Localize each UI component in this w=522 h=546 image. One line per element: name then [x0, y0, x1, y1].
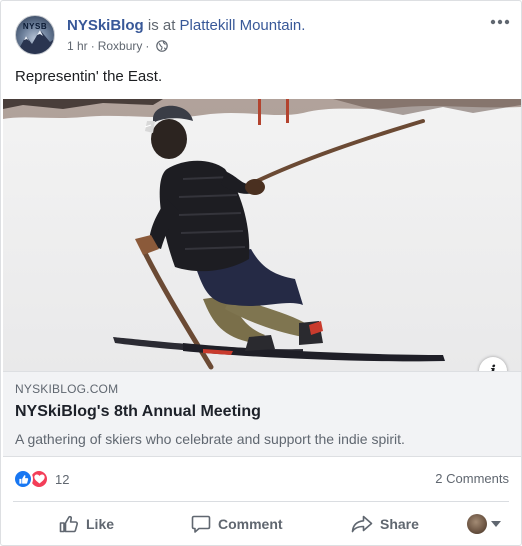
link-preview-card[interactable]: i NYSKIBLOG.COM NYSkiBlog's 8th Annual M…	[3, 99, 521, 457]
page-name-link[interactable]: NYSkiBlog	[67, 17, 144, 34]
link-preview-image[interactable]	[3, 99, 521, 371]
post-action-bar: Like Comment Share	[1, 505, 522, 543]
post-header: NYSB NYSkiBlog is at Plattekill Mountain…	[1, 1, 522, 65]
like-reaction-icon	[13, 469, 33, 489]
reaction-count: 12	[55, 471, 70, 487]
reaction-audience-selector[interactable]	[467, 514, 501, 534]
post-timestamp[interactable]: 1 hr	[67, 39, 88, 53]
title-connector: is at	[143, 17, 180, 34]
link-preview-text[interactable]: NYSKIBLOG.COM NYSkiBlog's 8th Annual Mee…	[3, 371, 521, 457]
comment-bubble-icon	[191, 515, 211, 534]
user-avatar	[467, 514, 487, 534]
comment-label: Comment	[218, 516, 283, 532]
more-options-icon[interactable]	[489, 11, 511, 33]
actions-divider	[13, 501, 509, 502]
share-button[interactable]: Share	[351, 505, 419, 543]
reactions-summary[interactable]: 12	[13, 467, 69, 491]
meta-separator: ·	[145, 39, 150, 53]
mountain-icon	[16, 30, 54, 54]
meta-separator: ·	[90, 39, 95, 53]
post-title: NYSkiBlog is at Plattekill Mountain.	[67, 16, 305, 36]
feed-post: NYSB NYSkiBlog is at Plattekill Mountain…	[0, 0, 522, 546]
like-button[interactable]: Like	[59, 505, 114, 543]
post-caption: Representin' the East.	[15, 68, 163, 85]
comment-button[interactable]: Comment	[191, 505, 283, 543]
thumbs-up-icon	[59, 515, 79, 533]
chevron-down-icon	[491, 521, 501, 527]
page-avatar[interactable]: NYSB	[15, 15, 55, 55]
link-headline[interactable]: NYSkiBlog's 8th Annual Meeting	[15, 402, 261, 422]
post-meta: 1 hr · Roxbury ·	[67, 39, 169, 53]
like-label: Like	[86, 516, 115, 532]
location-link[interactable]: Plattekill Mountain.	[180, 17, 306, 34]
share-label: Share	[380, 516, 419, 532]
share-arrow-icon	[351, 515, 373, 533]
link-domain: NYSKIBLOG.COM	[15, 382, 119, 396]
link-description: A gathering of skiers who celebrate and …	[15, 431, 405, 447]
globe-icon[interactable]	[156, 40, 169, 52]
post-place[interactable]: Roxbury	[98, 39, 143, 53]
comments-count-link[interactable]: 2 Comments	[435, 471, 509, 486]
